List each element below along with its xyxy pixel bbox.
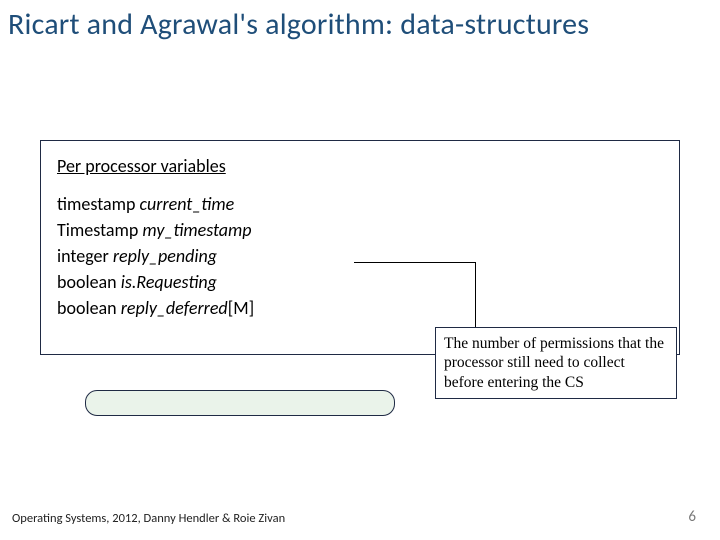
connector-vertical <box>475 262 476 328</box>
var-current-time: timestamp current_time <box>57 191 663 217</box>
callout-box: The number of permissions that the proce… <box>435 327 677 399</box>
var-name: is.Requesting <box>121 271 217 293</box>
var-name: current_time <box>140 193 235 215</box>
variable-list: timestamp current_time Timestamp my_time… <box>57 191 663 321</box>
var-name: reply_pending <box>113 245 217 267</box>
var-type: boolean <box>57 297 117 319</box>
var-suffix: [M] <box>228 297 254 319</box>
var-my-timestamp: Timestamp my_timestamp <box>57 217 663 243</box>
highlight-reply-pending <box>85 390 395 416</box>
slide-title: Ricart and Agrawal's algorithm: data-str… <box>8 6 589 43</box>
connector-horizontal <box>354 262 476 263</box>
var-name: reply_deferred <box>121 297 228 319</box>
var-type: timestamp <box>57 193 135 215</box>
var-is-requesting: boolean is.Requesting <box>57 269 663 295</box>
var-type: Timestamp <box>57 219 138 241</box>
var-type: boolean <box>57 271 117 293</box>
variables-box: Per processor variables timestamp curren… <box>40 140 680 355</box>
box-heading: Per processor variables <box>57 155 663 177</box>
var-name: my_timestamp <box>142 219 251 241</box>
footer-text: Operating Systems, 2012, Danny Hendler &… <box>12 511 285 526</box>
var-reply-deferred: boolean reply_deferred[M] <box>57 295 663 321</box>
var-reply-pending: integer reply_pending <box>57 243 663 269</box>
page-number: 6 <box>688 508 696 526</box>
var-type: integer <box>57 245 109 267</box>
